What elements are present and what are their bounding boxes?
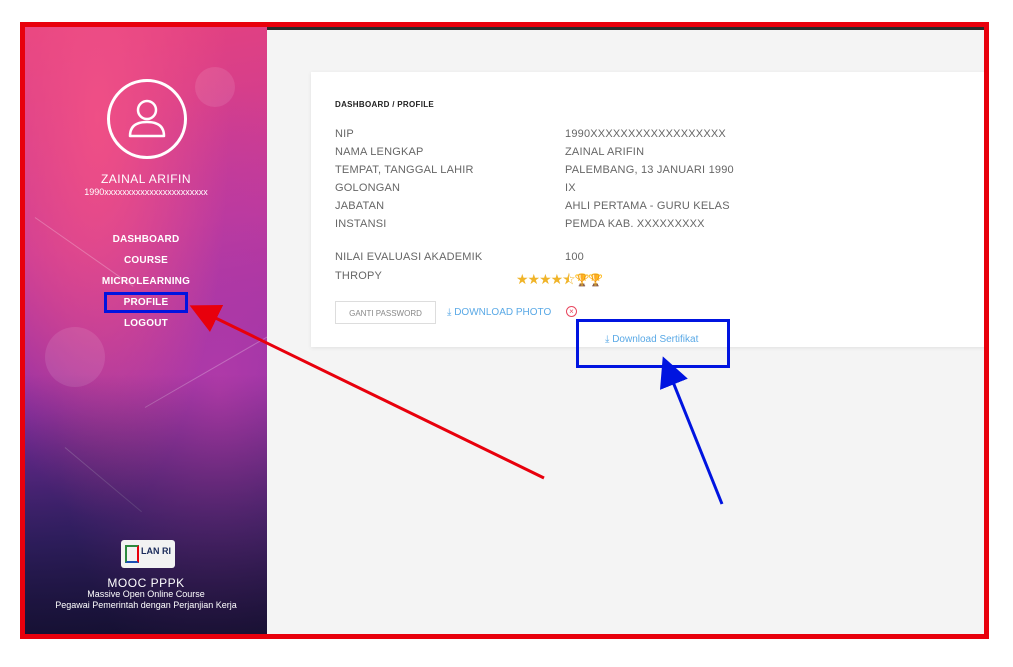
annotation-arrows [189, 305, 724, 505]
red-arrow [189, 305, 545, 480]
blue-arrow [660, 356, 724, 505]
